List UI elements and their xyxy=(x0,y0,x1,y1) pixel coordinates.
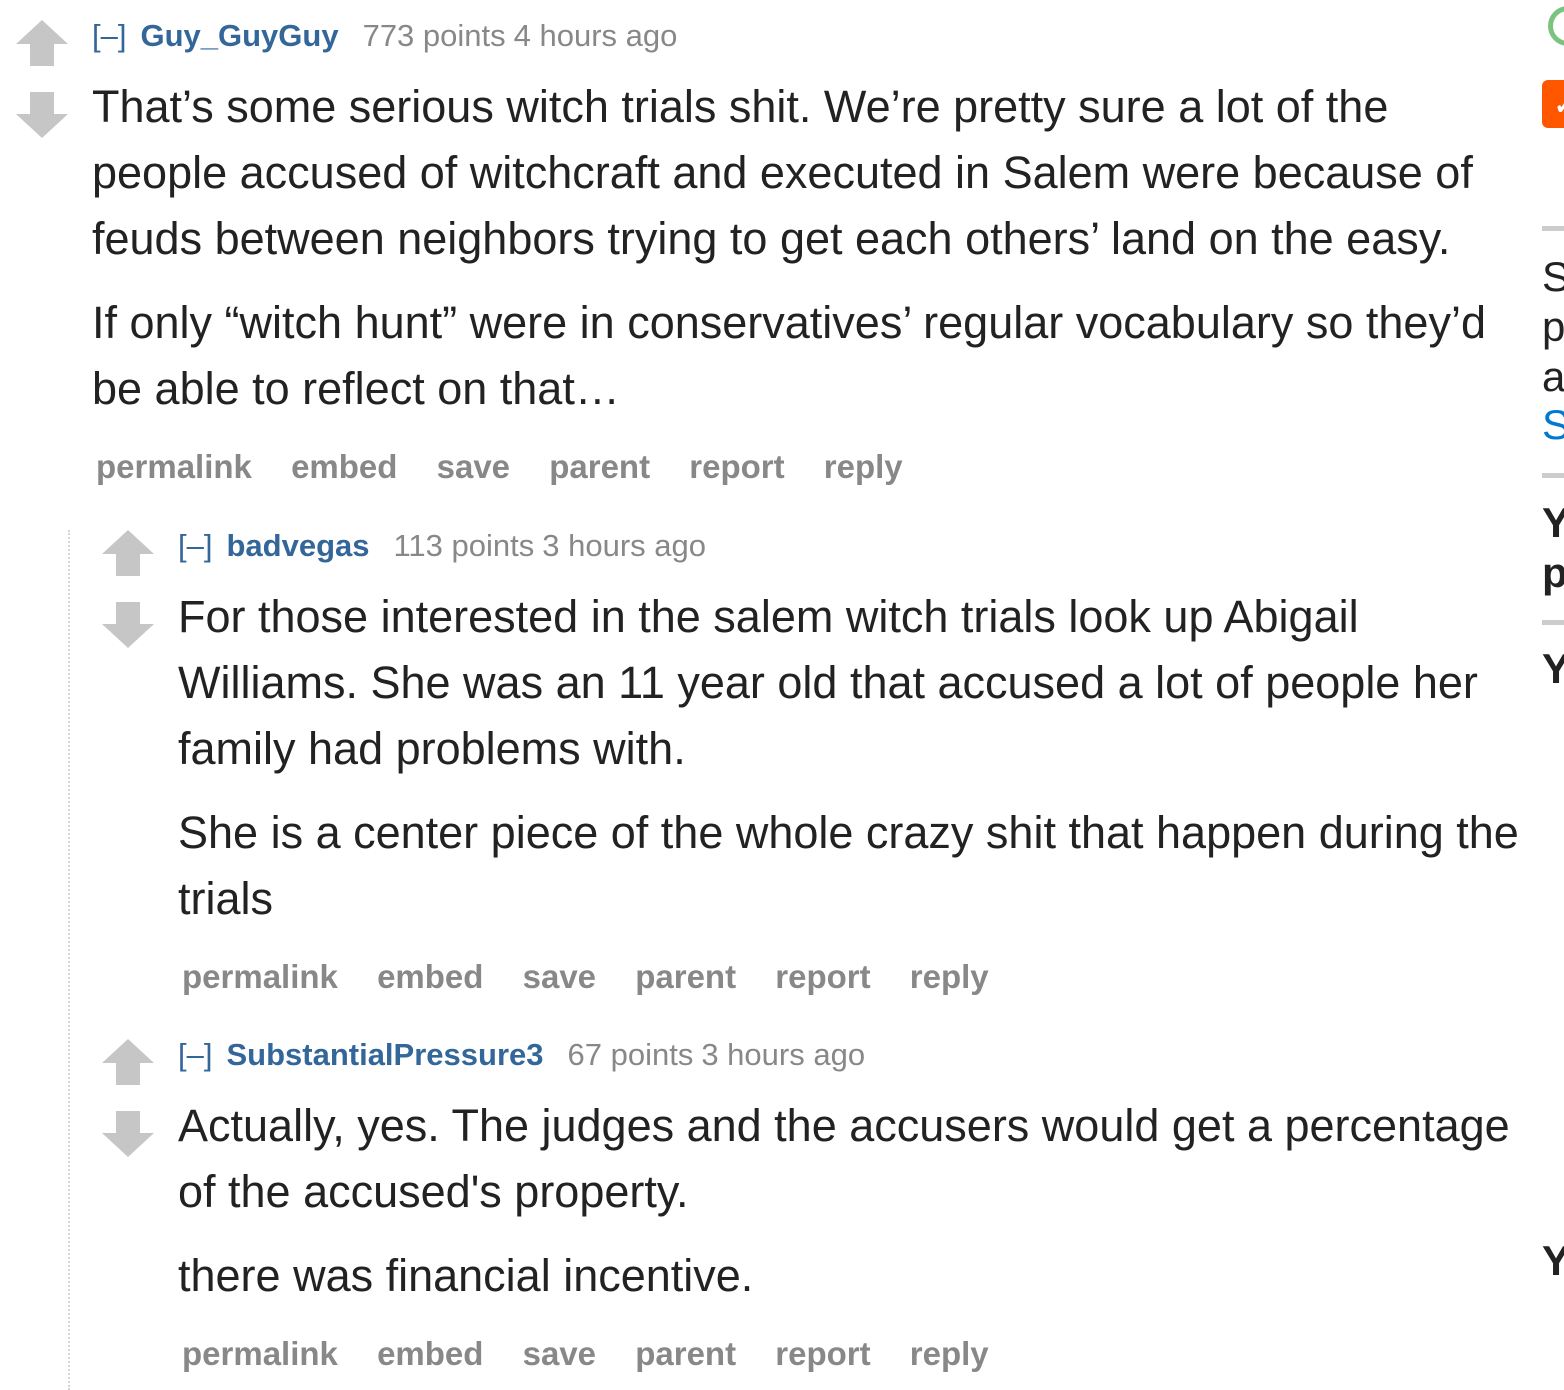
collapse-toggle[interactable]: [–] xyxy=(92,18,126,53)
embed-button[interactable]: embed xyxy=(377,958,483,995)
comment-tagline: [–] SubstantialPressure3 67 points 3 hours … xyxy=(178,1035,1526,1075)
sidebar-text: p xyxy=(1542,303,1564,350)
report-button[interactable]: report xyxy=(775,1335,870,1372)
sidebar-link[interactable]: S xyxy=(1542,402,1564,448)
sidebar-heading: p xyxy=(1542,549,1564,596)
reply-button[interactable]: reply xyxy=(824,448,903,485)
comment-body: For those interested in the salem witch … xyxy=(178,584,1526,932)
comment-entry: [–] badvegas 113 points 3 hours ago For tho… xyxy=(178,510,1526,996)
embed-button[interactable]: embed xyxy=(291,448,397,485)
sidebar-divider xyxy=(1542,620,1564,625)
comment-paragraph: She is a center piece of the whole crazy… xyxy=(178,807,1519,924)
vote-controls xyxy=(14,18,70,146)
comment-actions: permalink embed save parent report reply xyxy=(178,1335,1526,1373)
comment-body: Actually, yes. The judges and the accuse… xyxy=(178,1093,1526,1309)
downvote-arrow-icon[interactable] xyxy=(100,600,156,656)
sidebar-text: S xyxy=(1542,253,1564,300)
report-button[interactable]: report xyxy=(775,958,870,995)
comment-time: 3 hours ago xyxy=(542,528,706,563)
comment-entry: [–] SubstantialPressure3 67 points 3 hours … xyxy=(178,1019,1526,1373)
sidebar-text: a xyxy=(1542,353,1564,400)
comment-paragraph: If only “witch hunt” were in conservativ… xyxy=(92,297,1486,414)
comment-author[interactable]: badvegas xyxy=(226,528,369,563)
comment-actions: permalink embed save parent report reply xyxy=(92,448,1530,486)
comment-tagline: [–] Guy_GuyGuy 773 points 4 hours ago xyxy=(92,16,1530,56)
comment-actions: permalink embed save parent report reply xyxy=(178,958,1526,996)
comment-paragraph: Actually, yes. The judges and the accuse… xyxy=(178,1100,1510,1217)
comment-paragraph: That’s some serious witch trials shit. W… xyxy=(92,81,1473,264)
status-circle-icon xyxy=(1548,6,1564,46)
sidebar-divider xyxy=(1542,473,1564,478)
comment-tagline: [–] badvegas 113 points 3 hours ago xyxy=(178,526,1526,566)
comment-score: 773 points xyxy=(362,18,506,53)
comment-author[interactable]: SubstantialPressure3 xyxy=(226,1037,543,1072)
sidebar-divider xyxy=(1542,226,1564,231)
sidebar-edge: ✓ S p a S Y p Y Y xyxy=(1540,0,1564,1386)
comment-entry: [–] Guy_GuyGuy 773 points 4 hours ago That’… xyxy=(92,0,1530,486)
comment-score: 113 points xyxy=(393,528,535,563)
downvote-arrow-icon[interactable] xyxy=(100,1109,156,1165)
save-button[interactable]: save xyxy=(523,1335,596,1372)
sidebar-heading: Y xyxy=(1542,645,1564,692)
check-icon: ✓ xyxy=(1554,92,1564,118)
permalink-button[interactable]: permalink xyxy=(182,958,338,995)
comment-score: 67 points xyxy=(567,1037,694,1072)
upvote-arrow-icon[interactable] xyxy=(100,528,156,584)
parent-button[interactable]: parent xyxy=(635,958,736,995)
vote-controls xyxy=(100,1037,156,1165)
comment-paragraph: there was financial incentive. xyxy=(178,1250,754,1301)
downvote-arrow-icon[interactable] xyxy=(14,90,70,146)
comment-time: 3 hours ago xyxy=(701,1037,866,1072)
sidebar-heading: Y xyxy=(1542,499,1564,546)
child-thread-line[interactable] xyxy=(68,530,70,1390)
save-button[interactable]: save xyxy=(523,958,596,995)
reply-button[interactable]: reply xyxy=(910,1335,989,1372)
comment-time: 4 hours ago xyxy=(513,18,678,53)
save-button[interactable]: save xyxy=(437,448,510,485)
permalink-button[interactable]: permalink xyxy=(96,448,252,485)
report-button[interactable]: report xyxy=(689,448,784,485)
vote-controls xyxy=(100,528,156,656)
permalink-button[interactable]: permalink xyxy=(182,1335,338,1372)
collapse-toggle[interactable]: [–] xyxy=(178,1037,212,1072)
parent-button[interactable]: parent xyxy=(549,448,650,485)
upvote-arrow-icon[interactable] xyxy=(14,18,70,74)
comment-paragraph: For those interested in the salem witch … xyxy=(178,591,1478,774)
comment-body: That’s some serious witch trials shit. W… xyxy=(92,74,1530,422)
embed-button[interactable]: embed xyxy=(377,1335,483,1372)
sidebar-heading: Y xyxy=(1542,1237,1564,1284)
upvote-arrow-icon[interactable] xyxy=(100,1037,156,1093)
comment-author[interactable]: Guy_GuyGuy xyxy=(140,18,338,53)
collapse-toggle[interactable]: [–] xyxy=(178,528,212,563)
parent-button[interactable]: parent xyxy=(635,1335,736,1372)
reply-button[interactable]: reply xyxy=(910,958,989,995)
